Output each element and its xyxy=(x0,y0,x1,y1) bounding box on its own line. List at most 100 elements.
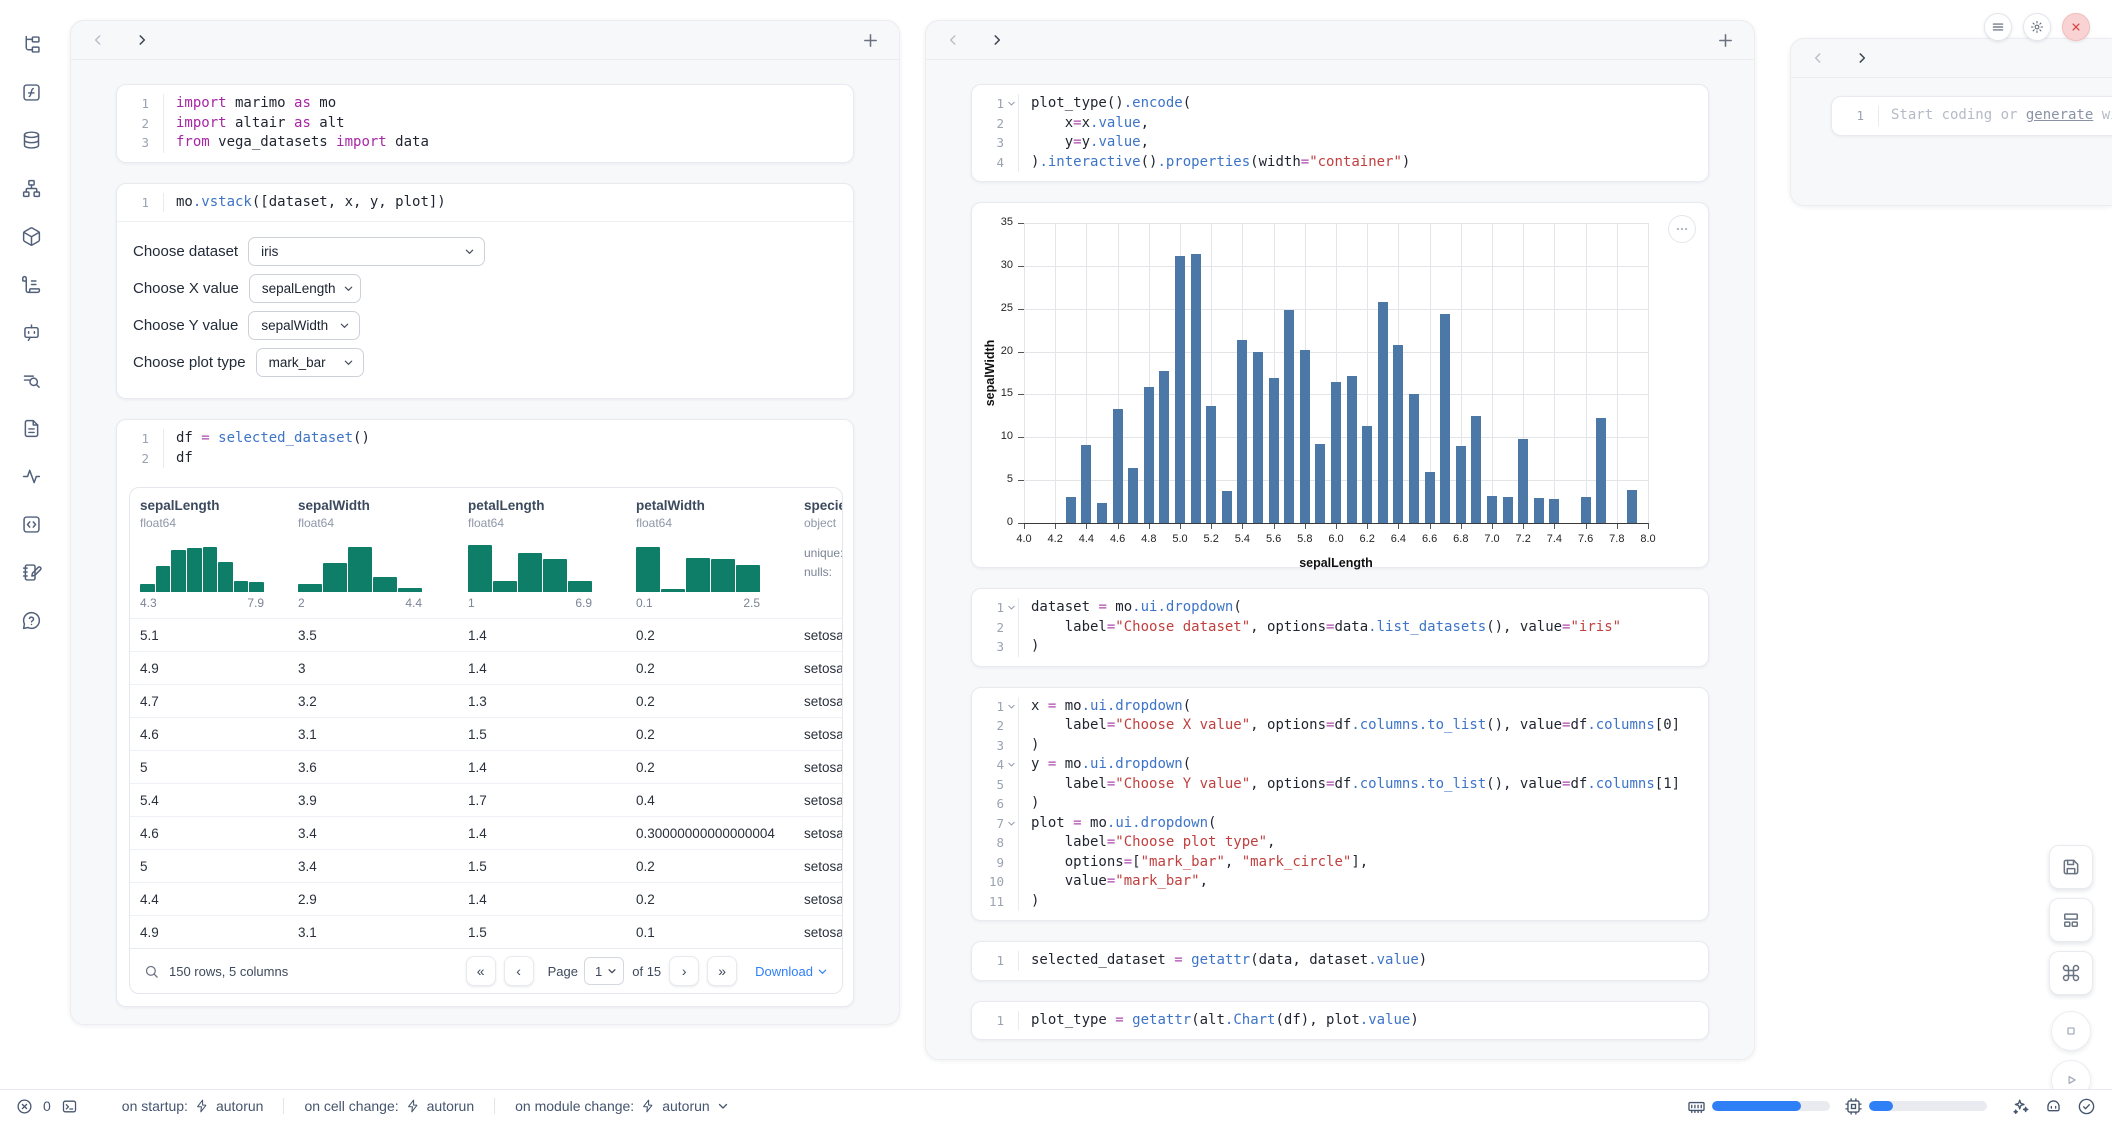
chevron-down-icon xyxy=(335,357,354,368)
table-row[interactable]: 5.43.91.70.4setosa xyxy=(130,783,842,816)
last-page-button[interactable]: » xyxy=(707,956,737,986)
table-row[interactable]: 4.42.91.40.2setosa xyxy=(130,882,842,915)
choose-dataset-select[interactable]: iris xyxy=(248,237,485,266)
first-page-button[interactable]: « xyxy=(466,956,496,986)
copilot-button[interactable] xyxy=(2044,1097,2063,1116)
table-column-header: sepalLengthfloat644.37.9 xyxy=(130,498,288,610)
plot-encode-code-editor[interactable]: 1plot_type().encode(2 x=x.value,3 y=y.va… xyxy=(972,85,1708,181)
page-select[interactable]: 1 xyxy=(584,957,624,985)
chart-bar xyxy=(1331,382,1341,523)
choose-x-value-select[interactable]: sepalLength xyxy=(249,274,361,303)
vstack-code-editor[interactable]: 1mo.vstack([dataset, x, y, plot]) xyxy=(117,184,853,222)
fold-gutter[interactable] xyxy=(1004,598,1018,618)
choose-y-value-select[interactable]: sepalWidth xyxy=(248,311,360,340)
layout-button[interactable] xyxy=(2049,898,2093,942)
imports-code-editor[interactable]: 1import marimo as mo2import altair as al… xyxy=(117,85,853,162)
keyboard-shortcuts-button[interactable] xyxy=(2049,951,2093,995)
fold-gutter[interactable] xyxy=(1004,94,1018,114)
prev-column-button[interactable] xyxy=(91,33,105,47)
scroll-icon[interactable] xyxy=(21,274,42,295)
column-histogram[interactable] xyxy=(140,540,264,592)
next-page-button[interactable]: › xyxy=(669,956,699,986)
empty-code-editor[interactable]: 1 Start coding or generate with AI xyxy=(1832,97,2112,135)
column-histogram[interactable] xyxy=(636,540,760,592)
fold-gutter[interactable] xyxy=(1004,697,1018,717)
save-notebook-button[interactable] xyxy=(2049,845,2093,889)
generate-with-ai-link[interactable]: generate xyxy=(2026,107,2093,123)
stop-kernel-button[interactable] xyxy=(2051,1011,2091,1051)
packages-icon[interactable] xyxy=(21,226,42,247)
database-icon[interactable] xyxy=(21,130,42,151)
prev-page-button[interactable]: ‹ xyxy=(504,956,534,986)
file-tree-icon[interactable] xyxy=(21,34,42,55)
gear-icon xyxy=(2030,20,2044,34)
code-line: 6) xyxy=(978,794,1696,814)
chart-plot-area[interactable]: 051015202530354.04.24.44.64.85.05.25.45.… xyxy=(972,203,1708,567)
column-histogram[interactable] xyxy=(468,540,592,592)
save-icon xyxy=(2061,857,2081,877)
add-cell-button[interactable] xyxy=(1717,32,1734,49)
documentation-icon[interactable] xyxy=(21,418,42,439)
next-column-button[interactable] xyxy=(1855,51,1869,65)
table-row[interactable]: 4.73.21.30.2setosa xyxy=(130,684,842,717)
settings-button[interactable] xyxy=(2023,13,2051,41)
column-histogram[interactable] xyxy=(298,540,422,592)
fold-gutter[interactable] xyxy=(1004,755,1018,775)
menu-button[interactable] xyxy=(1984,13,2012,41)
chart-options-button[interactable] xyxy=(1668,215,1696,243)
table-row[interactable]: 53.41.50.2setosa xyxy=(130,849,842,882)
column-name[interactable]: petalLength xyxy=(468,498,616,513)
column-name[interactable]: petalWidth xyxy=(636,498,784,513)
add-cell-button[interactable] xyxy=(862,32,879,49)
ai-features-button[interactable] xyxy=(2011,1097,2030,1116)
errors-indicator[interactable]: 0 xyxy=(16,1098,61,1115)
connection-status-button[interactable] xyxy=(2077,1097,2096,1116)
close-button[interactable] xyxy=(2062,13,2090,41)
line-number: 4 xyxy=(978,755,1004,775)
plot-type-code-editor[interactable]: 1plot_type = getattr(alt.Chart(df), plot… xyxy=(972,1002,1708,1040)
tracing-icon[interactable] xyxy=(21,466,42,487)
next-column-button[interactable] xyxy=(990,33,1004,47)
memory-usage[interactable] xyxy=(1687,1097,1830,1116)
line-number: 3 xyxy=(123,133,149,153)
selected-dataset-code-editor[interactable]: 1selected_dataset = getattr(data, datase… xyxy=(972,942,1708,980)
dataframe-code-editor[interactable]: 1df = selected_dataset()2df xyxy=(117,420,853,477)
dependency-graph-icon[interactable] xyxy=(21,178,42,199)
function-square-icon[interactable] xyxy=(21,82,42,103)
table-cell: 5.4 xyxy=(130,793,288,808)
run-config-segment[interactable]: on startup:autorun xyxy=(102,1098,284,1114)
chat-bot-icon[interactable] xyxy=(21,322,42,343)
cpu-usage[interactable] xyxy=(1844,1097,1987,1116)
scratchpad-icon[interactable] xyxy=(21,562,42,583)
column-name[interactable]: sepalWidth xyxy=(298,498,448,513)
table-cell: setosa xyxy=(794,661,843,676)
table-row[interactable]: 4.63.11.50.2setosa xyxy=(130,717,842,750)
run-config-segment[interactable]: on cell change:autorun xyxy=(283,1098,494,1114)
table-row[interactable]: 53.61.40.2setosa xyxy=(130,750,842,783)
table-cell: 1.5 xyxy=(458,925,626,940)
column-name[interactable]: sepalLength xyxy=(140,498,278,513)
download-button[interactable]: Download xyxy=(755,964,828,979)
table-row[interactable]: 4.931.40.2setosa xyxy=(130,651,842,684)
logs-search-icon[interactable] xyxy=(21,370,42,391)
table-cell: setosa xyxy=(794,727,843,742)
prev-column-button[interactable] xyxy=(946,33,960,47)
terminal-button[interactable] xyxy=(61,1098,78,1115)
prev-column-button[interactable] xyxy=(1811,51,1825,65)
chart-bar xyxy=(1081,445,1091,523)
dataset-dropdown-code-editor[interactable]: 1dataset = mo.ui.dropdown(2 label="Choos… xyxy=(972,589,1708,666)
table-row[interactable]: 4.93.11.50.1setosa xyxy=(130,915,842,948)
fold-gutter[interactable] xyxy=(1004,814,1018,834)
table-row[interactable]: 5.13.51.40.2setosa xyxy=(130,618,842,651)
code-line: 3 y=y.value, xyxy=(978,133,1696,153)
xy-plot-dropdowns-cell: 1x = mo.ui.dropdown(2 label="Choose X va… xyxy=(971,687,1709,922)
column-name[interactable]: species xyxy=(804,498,843,513)
run-config-segment[interactable]: on module change:autorun xyxy=(494,1098,749,1114)
xy-plot-dropdowns-code-editor[interactable]: 1x = mo.ui.dropdown(2 label="Choose X va… xyxy=(972,688,1708,921)
help-icon[interactable] xyxy=(21,610,42,631)
search-icon[interactable] xyxy=(144,964,159,979)
table-row[interactable]: 4.63.41.40.30000000000000004setosa xyxy=(130,816,842,849)
snippets-icon[interactable] xyxy=(21,514,42,535)
choose-plot-type-select[interactable]: mark_bar xyxy=(256,348,364,377)
next-column-button[interactable] xyxy=(135,33,149,47)
